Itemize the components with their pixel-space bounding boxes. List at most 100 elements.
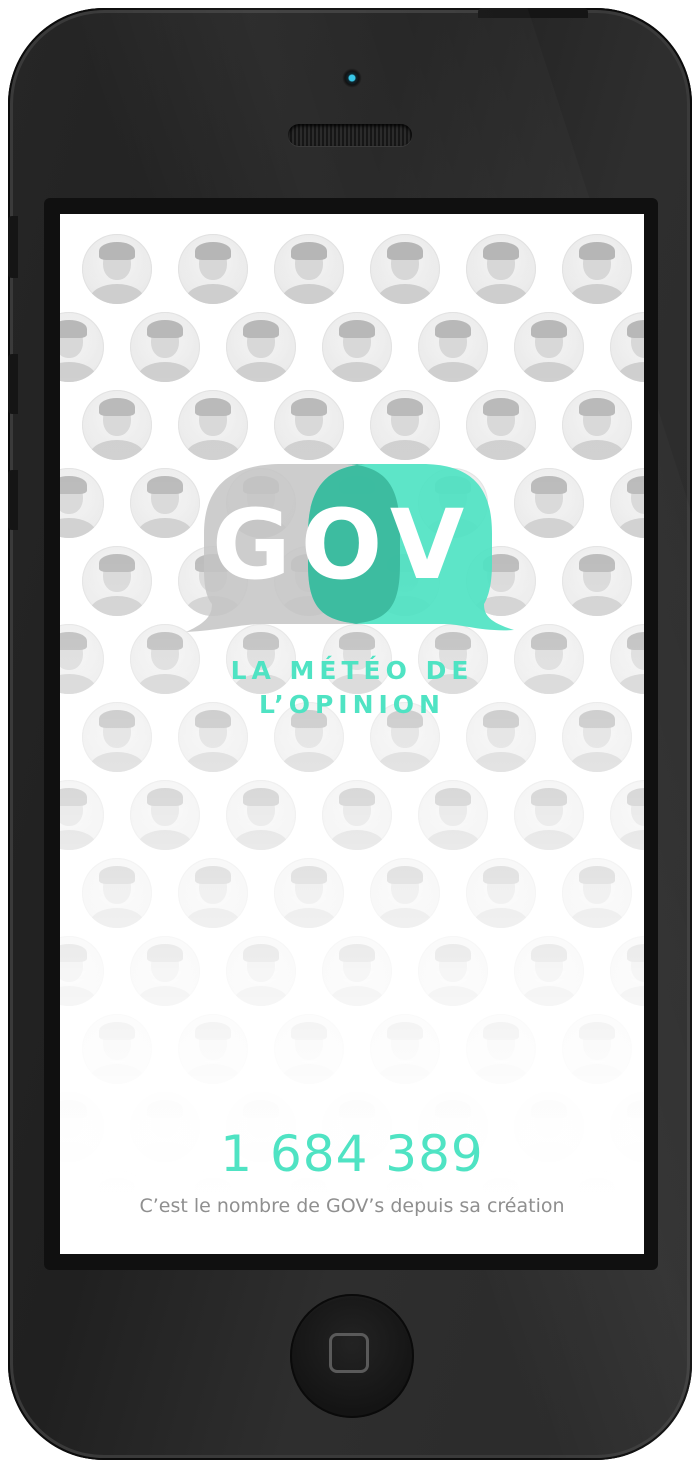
avatar-hair bbox=[147, 476, 183, 494]
avatar-shoulders bbox=[570, 440, 624, 460]
avatar-shoulders bbox=[522, 518, 576, 538]
avatar-hair bbox=[579, 866, 615, 884]
avatar-portrait bbox=[226, 312, 296, 382]
gov-counter: 1 684 389 bbox=[220, 1125, 484, 1183]
avatar-hair bbox=[243, 320, 279, 338]
avatar-hair bbox=[579, 398, 615, 416]
avatar-shoulders bbox=[378, 284, 432, 304]
avatar-hair bbox=[627, 476, 644, 494]
avatar-hair bbox=[627, 944, 644, 962]
avatar-portrait bbox=[370, 1014, 440, 1084]
volume-down-button[interactable] bbox=[8, 470, 18, 530]
avatar-shoulders bbox=[474, 908, 528, 928]
avatar-shoulders bbox=[234, 986, 288, 1006]
avatar-shoulders bbox=[138, 362, 192, 382]
avatar-shoulders bbox=[474, 1220, 528, 1240]
camera-icon bbox=[342, 68, 362, 88]
avatar-portrait bbox=[60, 468, 104, 538]
avatar-hair bbox=[60, 944, 87, 962]
avatar-shoulders bbox=[378, 1064, 432, 1084]
counter-caption: C’est le nombre de GOV’s depuis sa créat… bbox=[139, 1195, 565, 1217]
avatar-portrait bbox=[514, 468, 584, 538]
logo-text: GOV bbox=[212, 489, 475, 601]
avatar-hair bbox=[147, 632, 183, 650]
volume-up-button[interactable] bbox=[8, 354, 18, 414]
avatar-shoulders bbox=[234, 830, 288, 850]
avatar-hair bbox=[99, 398, 135, 416]
avatar-hair bbox=[339, 788, 375, 806]
avatar-portrait bbox=[610, 780, 644, 850]
avatar-hair bbox=[531, 1100, 567, 1118]
avatar-portrait bbox=[178, 1014, 248, 1084]
avatar-shoulders bbox=[282, 908, 336, 928]
avatar-portrait bbox=[370, 234, 440, 304]
avatar-shoulders bbox=[618, 830, 644, 850]
avatar-hair bbox=[435, 320, 471, 338]
avatar-portrait bbox=[274, 390, 344, 460]
avatar-shoulders bbox=[618, 362, 644, 382]
avatar-hair bbox=[99, 866, 135, 884]
avatar-portrait bbox=[60, 936, 104, 1006]
gov-logo: GOV bbox=[182, 454, 522, 654]
avatar-portrait bbox=[466, 234, 536, 304]
avatar-portrait bbox=[610, 936, 644, 1006]
avatar-hair bbox=[483, 1022, 519, 1040]
avatar-shoulders bbox=[378, 908, 432, 928]
avatar-portrait bbox=[418, 780, 488, 850]
avatar-hair bbox=[531, 788, 567, 806]
mute-switch[interactable] bbox=[8, 216, 18, 278]
avatar-portrait bbox=[562, 390, 632, 460]
avatar-portrait bbox=[610, 312, 644, 382]
power-button[interactable] bbox=[478, 8, 588, 18]
avatar-shoulders bbox=[234, 362, 288, 382]
avatar-hair bbox=[435, 788, 471, 806]
avatar-portrait bbox=[466, 858, 536, 928]
avatar-shoulders bbox=[570, 1064, 624, 1084]
avatar-portrait bbox=[130, 780, 200, 850]
avatar-shoulders bbox=[282, 284, 336, 304]
avatar-portrait bbox=[130, 312, 200, 382]
avatar-shoulders bbox=[282, 752, 336, 772]
avatar-background-grid bbox=[60, 214, 644, 1254]
avatar-hair bbox=[99, 242, 135, 260]
avatar-shoulders bbox=[618, 518, 644, 538]
avatar-hair bbox=[291, 866, 327, 884]
avatar-hair bbox=[531, 944, 567, 962]
avatar-hair bbox=[60, 788, 87, 806]
avatar-hair bbox=[195, 1022, 231, 1040]
avatar-shoulders bbox=[186, 284, 240, 304]
avatar-portrait bbox=[178, 858, 248, 928]
avatar-portrait bbox=[322, 312, 392, 382]
avatar-portrait bbox=[562, 1014, 632, 1084]
avatar-shoulders bbox=[90, 1064, 144, 1084]
avatar-hair bbox=[579, 554, 615, 572]
splash-screen[interactable]: GOV LA MÉTÉO DE L’OPINION 1 684 389 C’es… bbox=[60, 214, 644, 1254]
avatar-shoulders bbox=[426, 830, 480, 850]
avatar-hair bbox=[435, 944, 471, 962]
avatar-hair bbox=[291, 1022, 327, 1040]
avatar-shoulders bbox=[186, 1064, 240, 1084]
avatar-hair bbox=[483, 398, 519, 416]
avatar-hair bbox=[627, 632, 644, 650]
avatar-shoulders bbox=[90, 1220, 144, 1240]
avatar-hair bbox=[195, 398, 231, 416]
avatar-shoulders bbox=[60, 986, 96, 1006]
avatar-shoulders bbox=[90, 284, 144, 304]
avatar-hair bbox=[195, 866, 231, 884]
avatar-shoulders bbox=[282, 1064, 336, 1084]
avatar-portrait bbox=[178, 390, 248, 460]
avatar-shoulders bbox=[138, 830, 192, 850]
avatar-portrait bbox=[60, 780, 104, 850]
home-button[interactable] bbox=[290, 1294, 414, 1418]
avatar-shoulders bbox=[60, 830, 96, 850]
avatar-hair bbox=[483, 866, 519, 884]
avatar-shoulders bbox=[426, 362, 480, 382]
avatar-portrait bbox=[82, 390, 152, 460]
avatar-hair bbox=[339, 320, 375, 338]
tagline-line-1: LA MÉTÉO DE bbox=[230, 656, 474, 685]
avatar-shoulders bbox=[90, 752, 144, 772]
avatar-portrait bbox=[370, 390, 440, 460]
avatar-shoulders bbox=[60, 362, 96, 382]
avatar-portrait bbox=[226, 936, 296, 1006]
avatar-shoulders bbox=[474, 1064, 528, 1084]
